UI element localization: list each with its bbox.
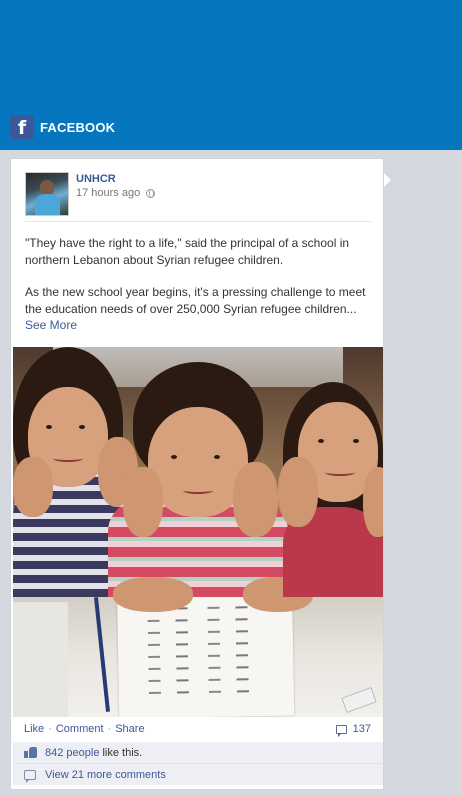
separator: · — [107, 723, 112, 735]
likes-summary: 842 people like this. — [13, 742, 383, 764]
avatar[interactable] — [25, 172, 69, 216]
comment-count[interactable]: 137 — [335, 723, 371, 737]
separator: · — [48, 723, 52, 735]
comment-icon — [335, 724, 347, 737]
view-more-comments[interactable]: View 21 more comments — [13, 764, 383, 785]
likes-count-link[interactable]: 842 people — [45, 747, 99, 759]
post-paragraph: As the new school year begins, it's a pr… — [25, 285, 366, 332]
comment-link[interactable]: Comment — [56, 723, 104, 735]
likes-suffix: like this. — [102, 746, 143, 759]
post-actions: Like · Comment · Share 137 — [11, 718, 383, 740]
comment-count-value: 137 — [352, 723, 371, 735]
post-card: UNHCR 17 hours ago "They have the right … — [10, 158, 384, 790]
see-more-link[interactable]: See More — [25, 318, 77, 332]
globe-icon — [146, 188, 156, 198]
post-photo[interactable] — [13, 347, 383, 717]
facebook-logo-icon: f — [10, 115, 34, 139]
thumbs-up-icon — [24, 747, 37, 758]
post-timestamp[interactable]: 17 hours ago — [76, 187, 140, 199]
facebook-title[interactable]: FACEBOOK — [40, 120, 115, 135]
post-text: "They have the right to a life," said th… — [25, 235, 375, 350]
card-pointer — [383, 172, 391, 188]
page-name-link[interactable]: UNHCR — [76, 173, 116, 185]
share-link[interactable]: Share — [115, 723, 144, 735]
post-paragraph: "They have the right to a life," said th… — [25, 236, 350, 267]
facebook-header[interactable]: f FACEBOOK — [10, 115, 115, 139]
divider — [25, 221, 371, 222]
view-more-comments-label[interactable]: View 21 more comments — [45, 769, 166, 781]
post-meta: 17 hours ago — [76, 187, 156, 199]
speech-bubble-icon — [24, 769, 36, 783]
like-link[interactable]: Like — [24, 723, 44, 735]
